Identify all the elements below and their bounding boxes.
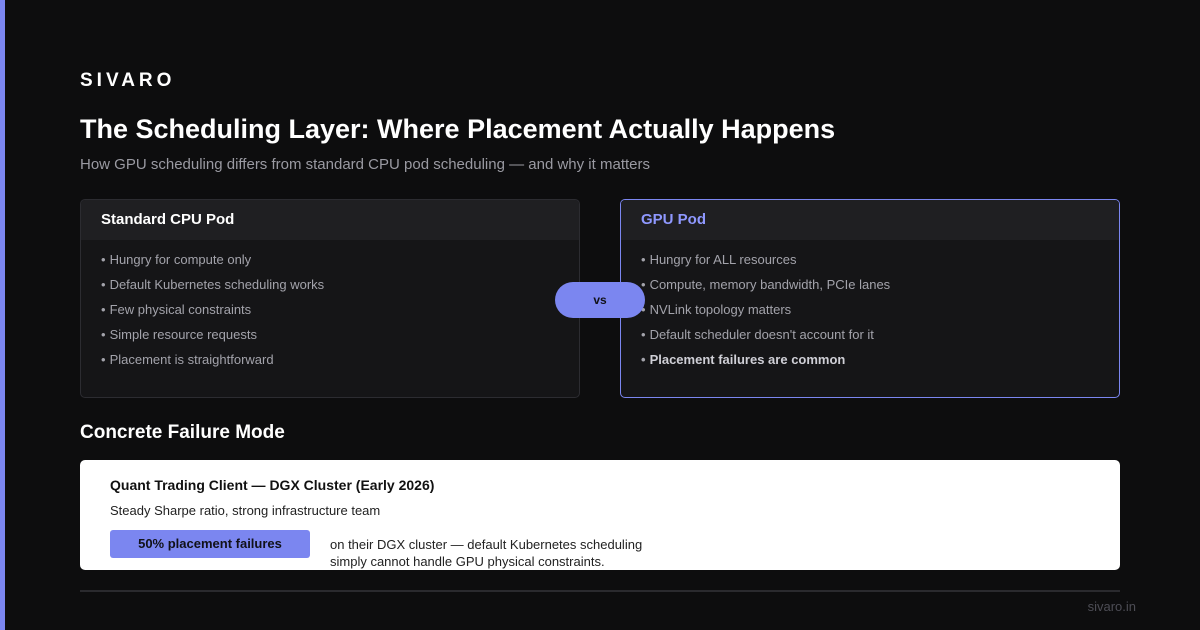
- page-subtitle: How GPU scheduling differs from standard…: [80, 156, 650, 173]
- list-item: • Hungry for compute only: [101, 251, 579, 276]
- list-item: • Few physical constraints: [101, 301, 579, 326]
- gpu-pod-card: GPU Pod • Hungry for ALL resources • Compu…: [620, 199, 1120, 398]
- list-item-text: Default scheduler doesn't account for it: [649, 327, 874, 342]
- gpu-pod-card-title: GPU Pod: [621, 200, 1119, 240]
- list-item-text: Default Kubernetes scheduling works: [109, 277, 325, 292]
- list-item: • Simple resource requests: [101, 326, 579, 351]
- list-item: • Hungry for ALL resources: [641, 251, 1119, 276]
- list-item-text: Simple resource requests: [109, 327, 257, 342]
- list-item: • Default Kubernetes scheduling works: [101, 276, 579, 301]
- section-title: Concrete Failure Mode: [80, 422, 285, 443]
- list-item: • NVLink topology matters: [641, 301, 1119, 326]
- bullet-icon: •: [101, 252, 106, 267]
- list-item: • Default scheduler doesn't account for i…: [641, 326, 1119, 351]
- list-item-text: Compute, memory bandwidth, PCIe lanes: [649, 277, 891, 292]
- list-item-text: Hungry for ALL resources: [649, 252, 797, 267]
- bullet-icon: •: [101, 327, 106, 342]
- bullet-icon: •: [641, 352, 646, 367]
- list-item-text: Hungry for compute only: [109, 252, 252, 267]
- case-description: on their DGX cluster — default Kubernete…: [330, 536, 730, 570]
- list-item-text: Placement failures are common: [649, 352, 846, 367]
- bullet-icon: •: [101, 352, 106, 367]
- footer-url: sivaro.in: [1087, 599, 1136, 614]
- list-item-text: Few physical constraints: [109, 302, 252, 317]
- brand-logo: SIVARO: [80, 70, 176, 91]
- footer-divider: [80, 590, 1120, 592]
- bullet-icon: •: [101, 277, 106, 292]
- case-subtitle: Steady Sharpe ratio, strong infrastructu…: [110, 503, 381, 518]
- bullet-icon: •: [101, 302, 106, 317]
- gpu-pod-list: • Hungry for ALL resources • Compute, memo…: [621, 240, 1119, 376]
- failure-case-card: Quant Trading Client — DGX Cluster (Earl…: [80, 460, 1120, 570]
- vs-badge: vs: [555, 282, 645, 318]
- bullet-icon: •: [641, 327, 646, 342]
- bullet-icon: •: [641, 252, 646, 267]
- failure-rate-badge: 50% placement failures: [110, 530, 310, 558]
- case-description-line: simply cannot handle GPU physical constr…: [330, 554, 605, 569]
- cpu-pod-list: • Hungry for compute only • Default Kubern…: [81, 240, 579, 376]
- accent-bar: [0, 0, 5, 630]
- case-description-line: on their DGX cluster — default Kubernete…: [330, 537, 643, 552]
- case-title: Quant Trading Client — DGX Cluster (Earl…: [110, 477, 435, 493]
- list-item: • Compute, memory bandwidth, PCIe lanes: [641, 276, 1119, 301]
- cpu-pod-card-title: Standard CPU Pod: [81, 200, 579, 240]
- page-title: The Scheduling Layer: Where Placement Ac…: [80, 114, 836, 144]
- list-item-highlight: • Placement failures are common: [641, 351, 1119, 376]
- list-item-text: Placement is straightforward: [109, 352, 274, 367]
- list-item: • Placement is straightforward: [101, 351, 579, 376]
- cpu-pod-card: Standard CPU Pod • Hungry for compute onl…: [80, 199, 580, 398]
- list-item-text: NVLink topology matters: [649, 302, 792, 317]
